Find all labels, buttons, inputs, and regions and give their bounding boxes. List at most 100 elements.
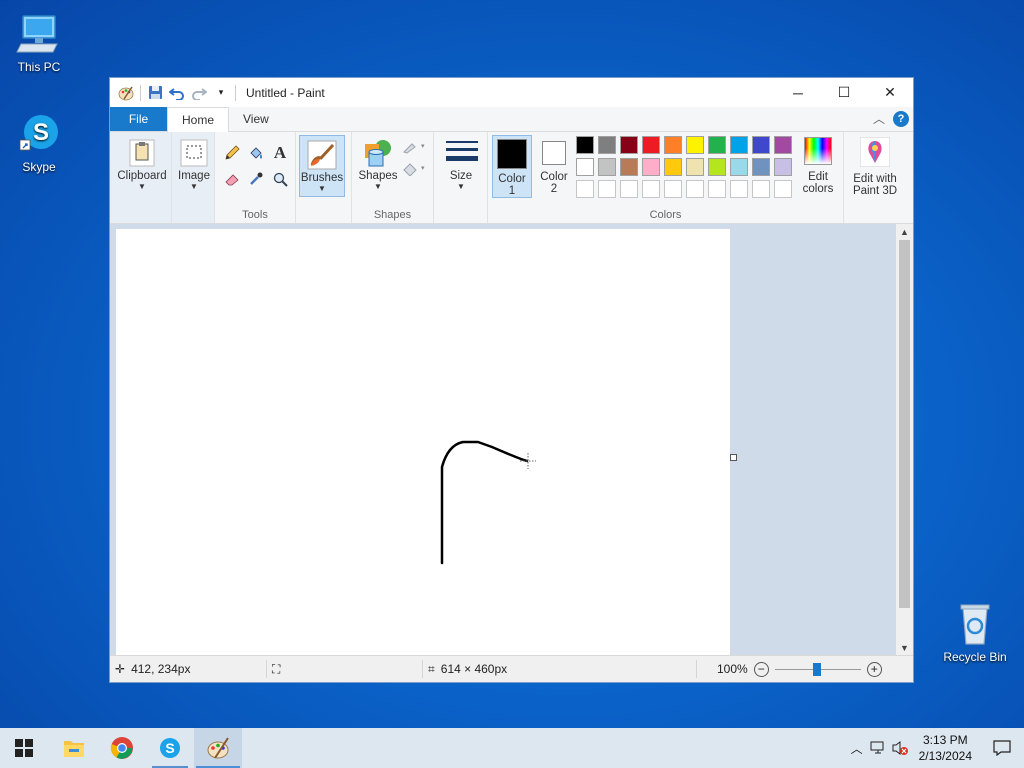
palette-color-swatch[interactable] <box>708 136 726 154</box>
color-picker-icon[interactable] <box>247 170 265 188</box>
color1-button[interactable]: Color 1 <box>492 135 532 198</box>
help-icon[interactable]: ? <box>893 110 909 127</box>
maximize-button[interactable]: ☐ <box>821 78 867 107</box>
palette-custom-slot[interactable] <box>598 180 616 198</box>
svg-text:▾: ▾ <box>421 165 425 172</box>
computer-icon <box>15 10 63 58</box>
close-button[interactable]: ✕ <box>867 78 913 107</box>
palette-custom-slot[interactable] <box>642 180 660 198</box>
palette-custom-slot[interactable] <box>730 180 748 198</box>
image-button[interactable]: Image ▼ <box>174 134 214 191</box>
select-icon <box>179 138 209 168</box>
pencil-icon[interactable] <box>223 144 241 162</box>
edit-with-paint3d-button[interactable]: Edit with Paint 3D <box>846 135 904 197</box>
start-button[interactable] <box>0 728 48 768</box>
palette-custom-slot[interactable] <box>576 180 594 198</box>
customize-qat-icon[interactable]: ▾ <box>213 85 229 101</box>
edit-colors-button[interactable]: Edit colors <box>796 135 840 195</box>
palette-color-swatch[interactable] <box>730 158 748 176</box>
desktop-icon-this-pc[interactable]: This PC <box>9 10 69 74</box>
palette-color-swatch[interactable] <box>576 158 594 176</box>
desktop-icon-label: This PC <box>17 60 61 74</box>
undo-icon[interactable] <box>169 85 185 101</box>
palette-custom-slot[interactable] <box>708 180 726 198</box>
desktop-icon-recycle-bin[interactable]: Recycle Bin <box>943 600 1007 664</box>
palette-color-swatch[interactable] <box>686 158 704 176</box>
palette-custom-slot[interactable] <box>664 180 682 198</box>
palette-color-swatch[interactable] <box>752 158 770 176</box>
paint-app-icon[interactable] <box>118 85 134 101</box>
paint-window: ▾ Untitled - Paint ─ ☐ ✕ File Home View … <box>109 77 914 683</box>
text-tool-icon[interactable]: A <box>271 143 289 162</box>
zoom-out-icon[interactable]: − <box>753 661 769 677</box>
selection-size-icon: ⛶ <box>272 661 281 676</box>
redo-icon[interactable] <box>191 85 207 101</box>
color2-label: Color <box>540 171 568 183</box>
tab-home[interactable]: Home <box>167 107 230 132</box>
brushes-group: Brushes ▼ <box>296 132 352 223</box>
tab-view[interactable]: View <box>229 107 283 131</box>
save-icon[interactable] <box>147 85 163 101</box>
volume-muted-icon[interactable] <box>889 740 911 756</box>
collapse-ribbon-icon[interactable]: ︿ <box>873 110 885 127</box>
shapes-button-label: Shapes <box>358 170 398 182</box>
magnifier-icon[interactable] <box>271 170 289 188</box>
palette-custom-slot[interactable] <box>620 180 638 198</box>
zoom-slider[interactable] <box>774 662 861 676</box>
minimize-button[interactable]: ─ <box>775 78 821 107</box>
zoom-in-icon[interactable]: + <box>866 661 882 677</box>
clock[interactable]: 3:13 PM 2/13/2024 <box>911 732 980 764</box>
palette-custom-slot[interactable] <box>752 180 770 198</box>
palette-color-swatch[interactable] <box>730 136 748 154</box>
palette-color-swatch[interactable] <box>774 136 792 154</box>
canvas-size-icon: ⌗ <box>428 661 435 676</box>
palette-color-swatch[interactable] <box>620 136 638 154</box>
drawing-canvas[interactable] <box>116 229 730 656</box>
palette-color-swatch[interactable] <box>620 158 638 176</box>
paint-taskbar[interactable] <box>194 728 242 768</box>
palette-color-swatch[interactable] <box>598 158 616 176</box>
clipboard-button[interactable]: Clipboard ▼ <box>114 134 170 191</box>
brushes-button[interactable]: Brushes ▼ <box>299 135 345 197</box>
palette-color-swatch[interactable] <box>774 158 792 176</box>
fill-icon[interactable]: ▾ <box>402 160 428 178</box>
scroll-up-icon[interactable]: ▲ <box>896 224 913 240</box>
outline-icon[interactable]: ▾ <box>402 138 428 156</box>
palette-color-swatch[interactable] <box>708 158 726 176</box>
size-button[interactable]: Size ▼ <box>440 134 482 191</box>
zoom-slider-thumb[interactable] <box>812 662 821 676</box>
shapes-button[interactable]: Shapes ▼ <box>356 134 400 191</box>
file-explorer-taskbar[interactable] <box>50 728 98 768</box>
color2-button[interactable]: Color 2 <box>534 135 574 195</box>
paint3d-group: Edit with Paint 3D <box>844 132 904 223</box>
palette-color-swatch[interactable] <box>686 136 704 154</box>
palette-custom-slot[interactable] <box>686 180 704 198</box>
canvas-resize-handle[interactable] <box>730 454 737 461</box>
palette-color-swatch[interactable] <box>664 158 682 176</box>
desktop-icon-skype[interactable]: S Skype <box>9 110 69 174</box>
palette-color-swatch[interactable] <box>598 136 616 154</box>
fill-bucket-icon[interactable] <box>247 144 265 162</box>
recycle-bin-icon <box>951 600 999 648</box>
svg-text:▾: ▾ <box>421 143 425 150</box>
vertical-scrollbar[interactable]: ▲ ▼ <box>896 224 913 656</box>
notification-center-icon[interactable] <box>980 740 1024 756</box>
chrome-taskbar[interactable] <box>98 728 146 768</box>
palette-color-swatch[interactable] <box>642 136 660 154</box>
palette-color-swatch[interactable] <box>576 136 594 154</box>
scrollbar-thumb[interactable] <box>899 240 910 608</box>
tab-file[interactable]: File <box>110 107 167 131</box>
skype-taskbar[interactable]: S <box>146 728 194 768</box>
palette-color-swatch[interactable] <box>752 136 770 154</box>
scroll-down-icon[interactable]: ▼ <box>896 640 913 656</box>
eraser-icon[interactable] <box>223 170 241 188</box>
palette-custom-slot[interactable] <box>774 180 792 198</box>
palette-color-swatch[interactable] <box>642 158 660 176</box>
shapes-group-label: Shapes <box>373 209 412 221</box>
color-palette <box>576 136 798 200</box>
edit-colors-label: Edit <box>808 171 828 183</box>
size-label: Size <box>449 170 473 182</box>
show-hidden-icons[interactable]: ︿ <box>847 740 867 757</box>
network-icon[interactable] <box>867 741 889 755</box>
palette-color-swatch[interactable] <box>664 136 682 154</box>
